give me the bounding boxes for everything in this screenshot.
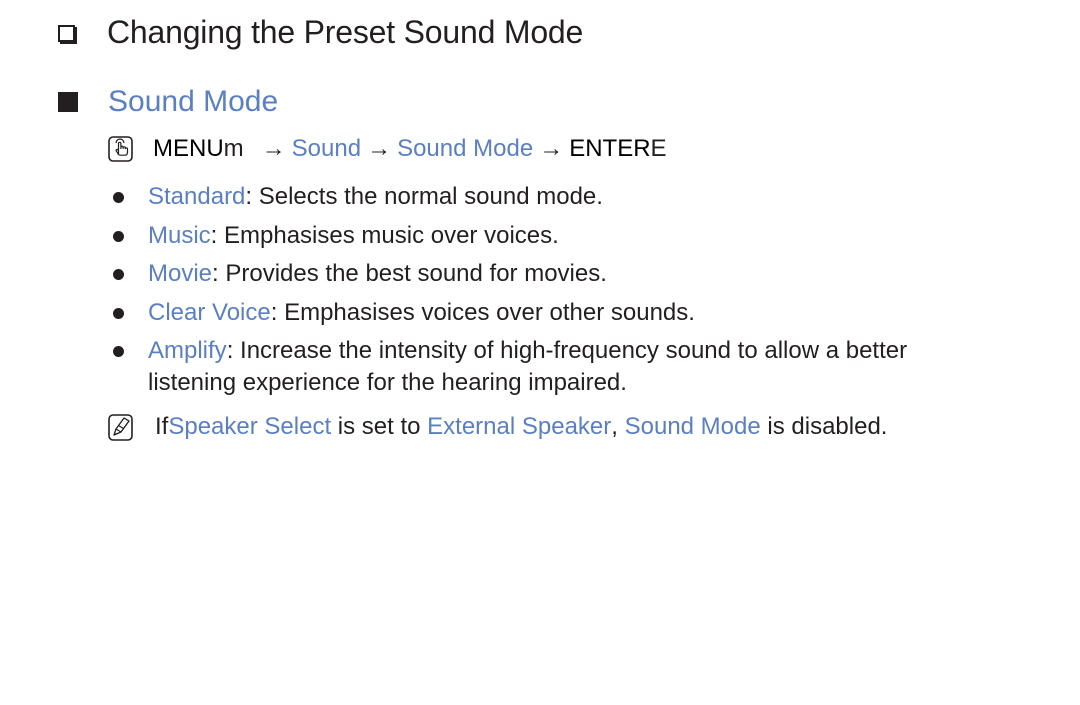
checkbox-square-icon [58, 24, 75, 42]
arrow-right-icon: → [367, 135, 392, 162]
note-text-suffix: is disabled. [760, 413, 888, 440]
note-text-mid: is set to [331, 413, 428, 440]
option-name: Amplify [148, 337, 227, 364]
option-name: Movie [148, 260, 213, 287]
bullet-icon [113, 346, 124, 357]
note-text-prefix: If [155, 413, 169, 440]
bullet-icon [113, 230, 124, 242]
option-name: Music [148, 221, 211, 249]
note-term-sound-mode: Sound Mode [624, 413, 761, 440]
bullet-icon [113, 307, 124, 319]
arrow-right-icon: → [261, 135, 286, 162]
menu-button-label: MENU [153, 135, 224, 162]
option-amplify: Amplify: Increase the intensity of high-… [108, 335, 988, 399]
option-description: : Selects the normal sound mode. [245, 183, 603, 210]
bullet-icon [113, 192, 124, 203]
subsection-heading: Sound Mode [58, 80, 278, 124]
menu-step-sound-mode: Sound Mode [397, 135, 534, 162]
option-description: : Emphasises voices over other sounds. [270, 298, 695, 326]
option-movie: Movie: Provides the best sound for movie… [108, 258, 988, 290]
note-pencil-icon [108, 413, 133, 441]
option-standard: Standard: Selects the normal sound mode. [108, 181, 988, 213]
menu-button-glyph: m [223, 135, 244, 162]
option-clear-voice: Clear Voice: Emphasises voices over othe… [108, 297, 988, 329]
note-text-comma: , [611, 413, 625, 440]
section-heading: Changing the Preset Sound Mode [58, 10, 583, 54]
arrow-right-icon: → [539, 135, 564, 162]
option-description: : Increase the intensity of high-frequen… [148, 337, 908, 396]
note-term-external-speaker: External Speaker [427, 413, 612, 440]
bullet-icon [113, 269, 124, 280]
filled-square-icon [58, 92, 78, 112]
subsection-title: Sound Mode [108, 85, 279, 118]
option-description: : Provides the best sound for movies. [212, 260, 607, 287]
note-term-speaker-select: Speaker Select [168, 413, 332, 440]
sound-mode-options-list: Standard: Selects the normal sound mode.… [108, 181, 988, 406]
remote-hand-press-icon [108, 136, 133, 162]
option-name: Clear Voice [148, 298, 271, 326]
note: If Speaker Select is set to External Spe… [108, 411, 887, 443]
enter-button-glyph: E [650, 135, 667, 162]
option-name: Standard [148, 183, 246, 210]
enter-button-label: ENTER [569, 135, 651, 162]
option-music: Music: Emphasises music over voices. [108, 220, 988, 252]
menu-path: MENU m → Sound → Sound Mode → ENTER E [108, 134, 667, 164]
option-description: : Emphasises music over voices. [210, 221, 559, 249]
menu-step-sound: Sound [291, 135, 362, 162]
section-title: Changing the Preset Sound Mode [107, 13, 584, 50]
